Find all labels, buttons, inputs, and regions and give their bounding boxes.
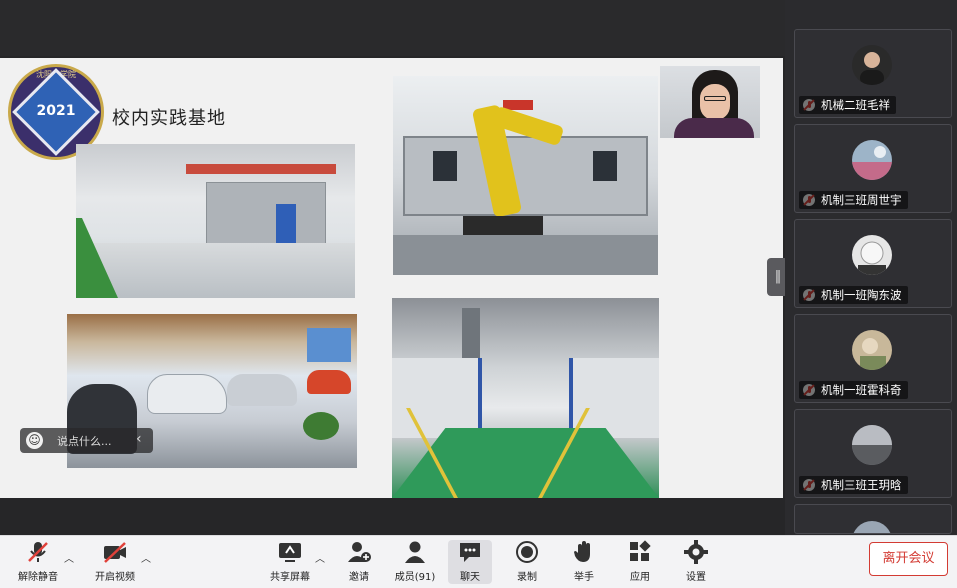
raise-hand-label: 举手 (574, 572, 594, 583)
start-video-label: 开启视频 (95, 572, 135, 583)
settings-button[interactable]: 设置 (679, 540, 713, 584)
participant-tile[interactable]: 机械二班毛祥 (794, 29, 952, 118)
share-screen-icon (277, 540, 303, 564)
chevron-up-icon[interactable]: ︿ (315, 550, 325, 565)
plant-shape (303, 412, 339, 440)
meeting-toolbar: 解除静音 ︿ 开启视频 ︿ 共享屏幕 ︿ 邀请 成员(91) 聊天 录制 举手 … (0, 535, 957, 588)
car-shape (227, 374, 297, 406)
presenter-body (674, 118, 754, 138)
chat-quick-input[interactable]: ☺ 说点什么... ‹ (20, 428, 153, 453)
presenter-glasses (704, 96, 726, 101)
participant-name: 机制一班霍科奇 (799, 381, 908, 399)
avatar-anime-icon (858, 241, 886, 275)
members-button[interactable]: 成员(91) (393, 540, 437, 584)
floor-shape (76, 243, 355, 298)
avatar (852, 235, 892, 275)
apps-button[interactable]: 应用 (623, 540, 657, 584)
panel-shape (593, 151, 617, 181)
participant-name: 机械二班毛祥 (799, 96, 896, 114)
avatar-person-icon (860, 52, 884, 85)
invite-button[interactable]: 邀请 (342, 540, 376, 584)
participant-tile[interactable]: 机制一班陶东波 (794, 219, 952, 308)
gear-icon (683, 540, 709, 564)
participant-name: 机制三班周世宇 (799, 191, 908, 209)
participant-tile[interactable] (794, 504, 952, 534)
avatar-drawing-icon (860, 338, 886, 370)
unmute-button[interactable]: 解除静音 (12, 540, 64, 584)
chevron-left-icon[interactable]: ‹ (136, 431, 142, 447)
apps-label: 应用 (630, 572, 650, 583)
members-label: 成员(91) (394, 572, 436, 583)
presenter-face (700, 84, 730, 120)
participant-tile[interactable]: 机制一班霍科奇 (794, 314, 952, 403)
chat-button[interactable]: 聊天 (448, 540, 492, 584)
avatar-landscape-icon (852, 146, 892, 180)
chevron-up-icon[interactable]: ︿ (141, 550, 151, 565)
settings-label: 设置 (686, 572, 706, 583)
add-user-icon (346, 540, 372, 564)
avatar (852, 425, 892, 465)
record-button[interactable]: 录制 (510, 540, 544, 584)
chat-label: 聊天 (460, 572, 480, 583)
raise-hand-button[interactable]: 举手 (567, 540, 601, 584)
window-shape (307, 328, 351, 362)
participant-name: 机制三班王玥晗 (799, 476, 908, 494)
meeting-window: 沈阳工学院 2021 校内实践基地 (0, 0, 957, 588)
robot-shape (276, 204, 296, 244)
photo-corridor (392, 298, 659, 498)
participant-tile[interactable]: 机制三班王玥晗 (794, 409, 952, 498)
avatar (852, 330, 892, 370)
hand-icon (571, 540, 597, 564)
car-shape (307, 370, 351, 394)
photo-workshop (76, 144, 355, 298)
mic-off-icon (25, 540, 51, 564)
apps-grid-icon (627, 540, 653, 564)
presenter-video[interactable] (660, 66, 760, 138)
share-screen-label: 共享屏幕 (270, 572, 310, 583)
members-icon (402, 540, 428, 564)
leave-meeting-button[interactable]: 离开会议 (869, 542, 948, 576)
banner-shape (186, 164, 336, 174)
record-icon (514, 540, 540, 564)
chat-placeholder: 说点什么... (57, 435, 112, 448)
logo-year: 2021 (36, 103, 76, 119)
participant-tile[interactable]: 机制三班周世宇 (794, 124, 952, 213)
car-shape (147, 374, 227, 414)
machine-row-shape (392, 358, 482, 438)
avatar (852, 140, 892, 180)
chat-bubble-icon (457, 540, 483, 564)
floor-shape (392, 428, 659, 498)
emoji-icon[interactable]: ☺ (26, 432, 43, 449)
unmute-label: 解除静音 (18, 572, 58, 583)
floor-shape (393, 235, 658, 275)
avatar (852, 45, 892, 85)
participant-panel: 机械二班毛祥 机制三班周世宇 机制一班陶东波 机制一班霍科奇 机制三班王玥晗 (785, 0, 957, 535)
panel-shape (433, 151, 457, 181)
avatar (852, 521, 892, 533)
photo-robot-arm (393, 76, 658, 275)
chevron-up-icon[interactable]: ︿ (64, 550, 74, 565)
participant-name: 机制一班陶东波 (799, 286, 908, 304)
invite-label: 邀请 (349, 572, 369, 583)
share-screen-button[interactable]: 共享屏幕 (266, 540, 314, 584)
slide-title: 校内实践基地 (112, 108, 226, 129)
record-label: 录制 (517, 572, 537, 583)
video-off-icon (102, 540, 128, 564)
start-video-button[interactable]: 开启视频 (90, 540, 140, 584)
machine-row-shape (569, 358, 659, 438)
avatar-photo-icon (852, 425, 892, 465)
